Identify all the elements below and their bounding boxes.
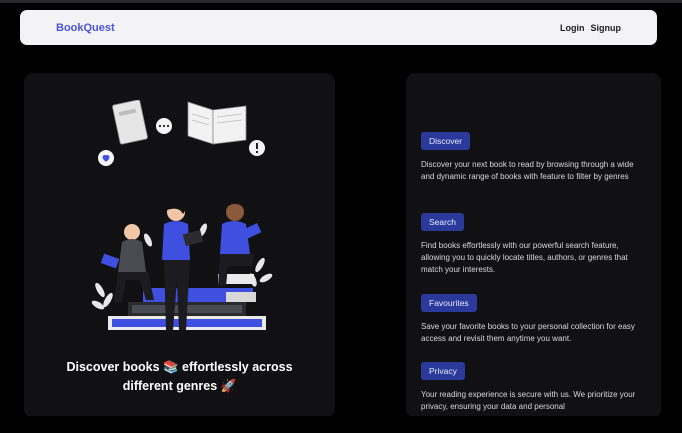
brand-logo[interactable]: BookQuest <box>56 22 115 34</box>
discover-button[interactable]: Discover <box>421 132 471 150</box>
feature-search: Search Find books effortlessly with our … <box>421 212 651 276</box>
feature-discover: Discover Discover your next book to read… <box>421 131 651 183</box>
hero-title-line2: different genres 🚀 <box>122 379 237 393</box>
login-link[interactable]: Login <box>560 23 585 33</box>
nav-links: Login Signup <box>560 23 621 33</box>
signup-link[interactable]: Signup <box>591 23 622 33</box>
feature-description: Discover your next book to read by brows… <box>421 160 634 181</box>
open-book-icon <box>187 101 247 145</box>
hero-title: Discover books 📚 effortlessly across dif… <box>24 358 335 396</box>
heart-bubble-icon <box>98 150 114 166</box>
feature-description: Save your favorite books to your persona… <box>421 322 635 343</box>
feature-description: Your reading experience is secure with u… <box>421 390 636 411</box>
privacy-button[interactable]: Privacy <box>421 362 465 380</box>
hero-title-line1: Discover books 📚 effortlessly across <box>66 360 293 374</box>
window-top-edge <box>0 0 682 3</box>
chat-bubble-icon <box>156 118 172 134</box>
closed-book-icon <box>112 100 148 145</box>
navbar: BookQuest Login Signup <box>20 10 657 45</box>
feature-favourites: Favourites Save your favorite books to y… <box>421 293 651 345</box>
reader-right-figure <box>218 203 262 286</box>
viewport-bottom-edge <box>0 416 682 433</box>
feature-privacy: Privacy Your reading experience is secur… <box>421 361 651 413</box>
search-button[interactable]: Search <box>421 213 464 231</box>
favourites-button[interactable]: Favourites <box>421 294 477 312</box>
exclamation-bubble-icon <box>249 140 265 156</box>
feature-description: Find books effortlessly with our powerfu… <box>421 241 628 274</box>
people-reading-books-illustration <box>91 100 273 330</box>
